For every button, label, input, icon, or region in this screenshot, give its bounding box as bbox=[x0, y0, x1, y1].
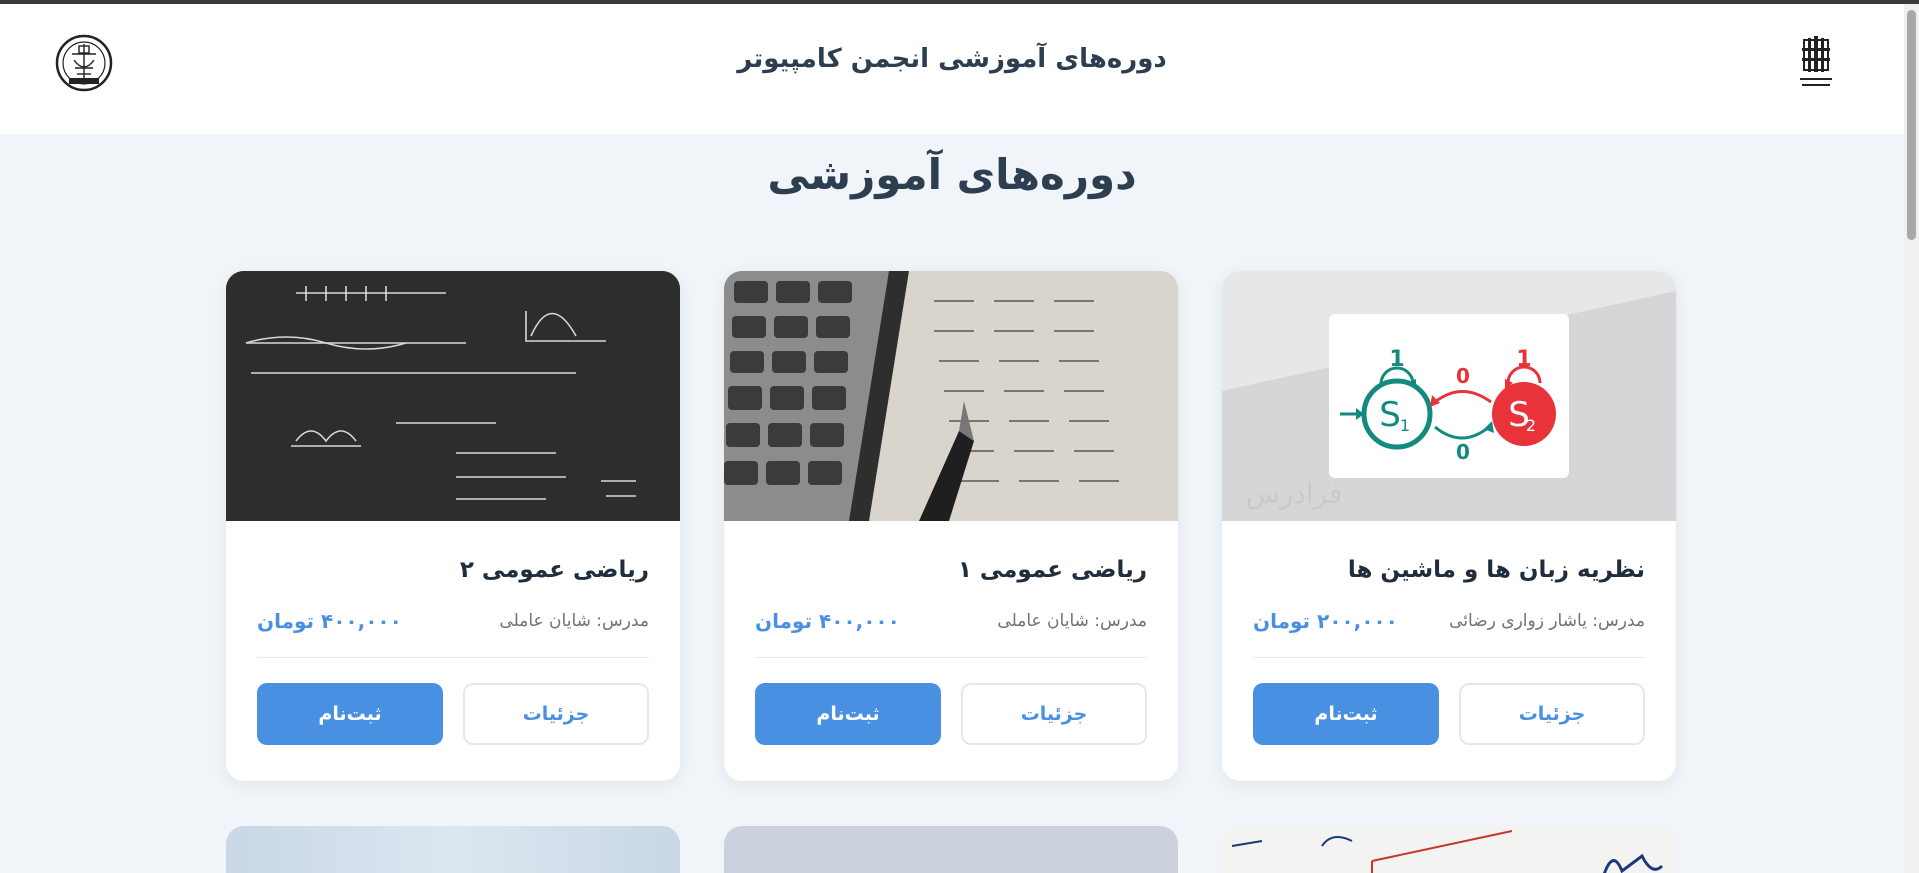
header-title: دوره‌های آموزشی انجمن کامپیوتر bbox=[737, 44, 1167, 74]
loop-s1-label: 1 bbox=[1389, 347, 1404, 372]
course-title: ریاضی عمومی ۲ bbox=[459, 557, 649, 583]
university-logo-icon[interactable] bbox=[1796, 34, 1836, 92]
register-button[interactable]: ثبت‌نام bbox=[755, 683, 941, 745]
course-price: ۴۰۰,۰۰۰ تومان bbox=[257, 609, 402, 633]
course-title: ریاضی عمومی ۱ bbox=[957, 557, 1147, 583]
course-actions: جزئیات ثبت‌نام bbox=[257, 683, 649, 745]
course-meta: مدرس: شایان عاملی ۴۰۰,۰۰۰ تومان bbox=[755, 609, 1147, 658]
course-meta: مدرس: شایان عاملی ۴۰۰,۰۰۰ تومان bbox=[257, 609, 649, 658]
course-image[interactable] bbox=[226, 271, 680, 521]
course-price: ۲۰۰,۰۰۰ تومان bbox=[1253, 609, 1398, 633]
course-card-partial[interactable] bbox=[724, 826, 1178, 873]
course-meta: مدرس: یاشار زواری رضائی ۲۰۰,۰۰۰ تومان bbox=[1253, 609, 1645, 658]
course-actions: جزئیات ثبت‌نام bbox=[1253, 683, 1645, 745]
course-card: ریاضی عمومی ۲ مدرس: شایان عاملی ۴۰۰,۰۰۰ … bbox=[226, 271, 680, 781]
automata-diagram-icon: S 1 1 S 2 1 0 0 فرادرس bbox=[1222, 291, 1676, 521]
edge-s1-s2-label: 0 bbox=[1456, 440, 1470, 464]
register-button[interactable]: ثبت‌نام bbox=[1253, 683, 1439, 745]
calculator-photo-icon bbox=[724, 271, 1178, 521]
course-teacher: مدرس: یاشار زواری رضائی bbox=[1449, 611, 1645, 631]
course-card-partial[interactable] bbox=[1222, 826, 1676, 873]
state-s1-subscript: 1 bbox=[1400, 416, 1410, 435]
course-price: ۴۰۰,۰۰۰ تومان bbox=[755, 609, 900, 633]
course-card-partial[interactable] bbox=[226, 826, 680, 873]
watermark-text: فرادرس bbox=[1246, 477, 1343, 510]
page-title: دوره‌های آموزشی bbox=[767, 150, 1137, 199]
loop-s2-label: 1 bbox=[1516, 347, 1531, 372]
course-image[interactable]: S 1 1 S 2 1 0 0 فرادرس bbox=[1222, 271, 1676, 521]
page-scrollbar[interactable] bbox=[1904, 4, 1919, 873]
card-body: ریاضی عمومی ۲ مدرس: شایان عاملی ۴۰۰,۰۰۰ … bbox=[226, 521, 680, 745]
course-title: نظریه زبان ها و ماشین ها bbox=[1347, 557, 1645, 583]
details-button[interactable]: جزئیات bbox=[961, 683, 1147, 745]
course-teacher: مدرس: شایان عاملی bbox=[499, 611, 649, 631]
course-card: S 1 1 S 2 1 0 0 فرادرس نظریه زبان ها و م… bbox=[1222, 271, 1676, 781]
register-button[interactable]: ثبت‌نام bbox=[257, 683, 443, 745]
state-s1-label: S bbox=[1379, 395, 1401, 435]
course-teacher: مدرس: شایان عاملی bbox=[997, 611, 1147, 631]
course-image[interactable] bbox=[724, 271, 1178, 521]
details-button[interactable]: جزئیات bbox=[463, 683, 649, 745]
course-actions: جزئیات ثبت‌نام bbox=[755, 683, 1147, 745]
course-card: ریاضی عمومی ۱ مدرس: شایان عاملی ۴۰۰,۰۰۰ … bbox=[724, 271, 1178, 781]
university-emblem-icon[interactable] bbox=[55, 34, 113, 92]
edge-s2-s1-label: 0 bbox=[1456, 364, 1470, 388]
state-s2-subscript: 2 bbox=[1526, 416, 1536, 435]
chalkboard-photo-icon bbox=[226, 271, 680, 521]
scrollbar-thumb[interactable] bbox=[1907, 10, 1916, 240]
site-header: دوره‌های آموزشی انجمن کامپیوتر bbox=[0, 4, 1904, 134]
card-body: نظریه زبان ها و ماشین ها مدرس: یاشار زوا… bbox=[1222, 521, 1676, 745]
card-body: ریاضی عمومی ۱ مدرس: شایان عاملی ۴۰۰,۰۰۰ … bbox=[724, 521, 1178, 745]
whiteboard-photo-icon bbox=[1222, 826, 1676, 873]
details-button[interactable]: جزئیات bbox=[1459, 683, 1645, 745]
